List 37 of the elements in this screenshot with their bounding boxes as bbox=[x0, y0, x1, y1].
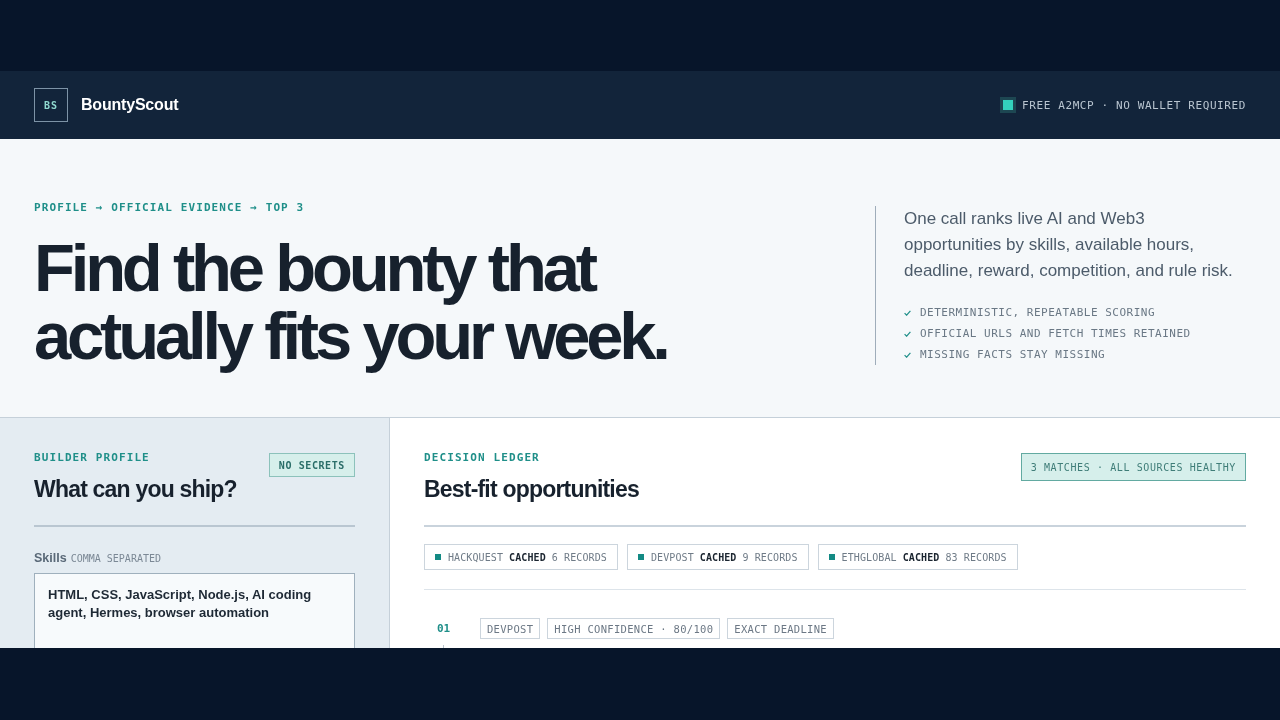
source-status: CACHED bbox=[902, 551, 940, 563]
status-badge: NO SECRETS bbox=[268, 453, 355, 477]
hero-eyebrow: PROFILE → OFFICIAL EVIDENCE → TOP 3 bbox=[34, 201, 306, 215]
source-count: 9 RECORDS bbox=[742, 551, 798, 563]
status-text: FREE A2MCP · NO WALLET REQUIRED bbox=[1022, 98, 1246, 112]
source-name: ETHGLOBAL bbox=[841, 551, 897, 563]
field-hint: COMMA SEPARATED bbox=[70, 553, 161, 564]
section-title: Best-fit opportunities bbox=[424, 475, 639, 503]
skills-input[interactable]: HTML, CSS, JavaScript, Node.js, AI coding agent, Hermes, browser automation bbox=[34, 573, 355, 648]
result-tag: EXACT DEADLINE bbox=[727, 618, 834, 639]
source-name: DEVPOST bbox=[650, 551, 694, 563]
check-icon bbox=[904, 309, 911, 316]
check-icon bbox=[904, 351, 911, 358]
checklist-item: MISSING FACTS STAY MISSING bbox=[920, 348, 1106, 361]
source-status: CACHED bbox=[699, 551, 737, 563]
source-name: HACKQUEST bbox=[448, 551, 504, 563]
result-tag: DEVPOST bbox=[480, 618, 541, 639]
source-count: 6 RECORDS bbox=[551, 551, 607, 563]
hero-description: One call ranks live AI and Web3 opportunities by skills, available hours, deadline, reward, competition, and rule risk. bbox=[904, 208, 1234, 282]
source-status-icon bbox=[828, 554, 835, 560]
field-label: Skills bbox=[34, 551, 67, 565]
source-status-icon bbox=[435, 554, 441, 560]
section-eyebrow: BUILDER PROFILE bbox=[34, 451, 151, 465]
section-title: What can you ship? bbox=[34, 475, 237, 503]
logo-mark: BS bbox=[34, 88, 68, 122]
status-icon bbox=[1000, 97, 1017, 113]
status-badge: 3 MATCHES · ALL SOURCES HEALTHY bbox=[1020, 453, 1246, 481]
brand-name: BountyScout bbox=[81, 96, 179, 114]
result-tag: HIGH CONFIDENCE · 80/100 bbox=[547, 618, 721, 639]
section-eyebrow: DECISION LEDGER bbox=[424, 451, 541, 465]
checklist-item: OFFICIAL URLS AND FETCH TIMES RETAINED bbox=[920, 327, 1191, 340]
checklist-item: DETERMINISTIC, REPEATABLE SCORING bbox=[920, 306, 1156, 319]
rank-number: 01 bbox=[436, 621, 451, 637]
check-icon bbox=[904, 330, 911, 337]
source-count: 83 RECORDS bbox=[945, 551, 1007, 563]
source-status-icon bbox=[637, 554, 644, 560]
source-status: CACHED bbox=[509, 551, 546, 563]
